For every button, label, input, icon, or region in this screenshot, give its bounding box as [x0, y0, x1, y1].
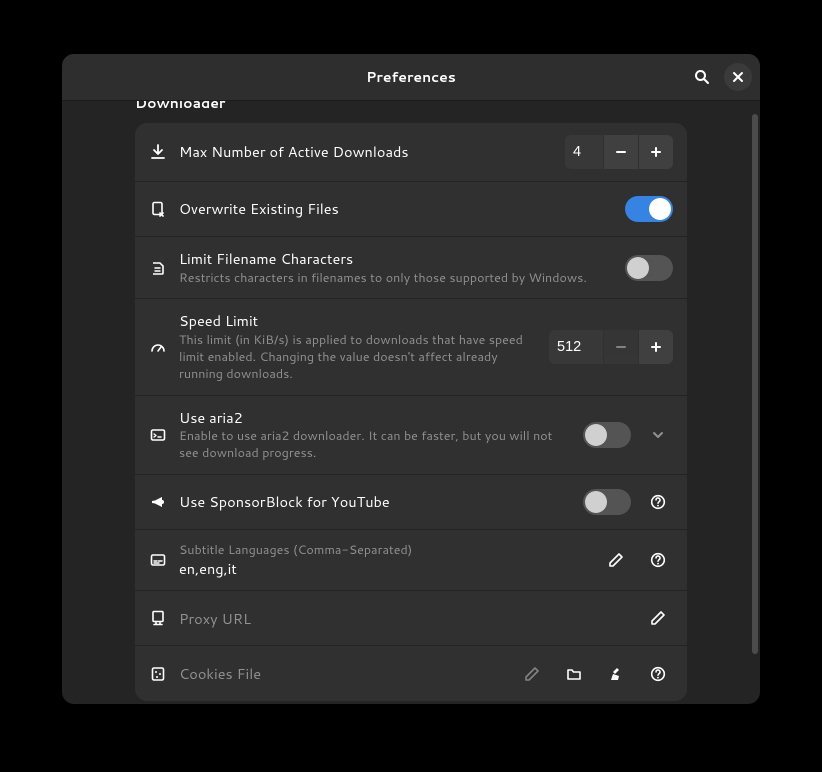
row-subtitle: Enable to use aria2 downloader. It can b… [179, 428, 571, 462]
row-title: Proxy URL [179, 609, 631, 629]
cookies-edit [517, 659, 547, 689]
preferences-window: Preferences Downloader [62, 54, 760, 704]
row-overwrite-existing[interactable]: Overwrite Existing Files [135, 182, 687, 237]
speed-limit-spinbox [549, 330, 673, 364]
megaphone-icon [149, 493, 167, 511]
broom-icon [608, 666, 624, 682]
titlebar-actions [688, 63, 752, 91]
row-proxy-url[interactable]: Proxy URL [135, 591, 687, 646]
cookies-browse[interactable] [559, 659, 589, 689]
row-cookies-file[interactable]: Cookies File [135, 646, 687, 701]
minus-icon [615, 146, 627, 158]
row-subtitle: This limit (in KiB/s) is applied to down… [179, 332, 537, 383]
file-overwrite-icon [149, 200, 167, 218]
limit-filename-toggle[interactable] [625, 255, 673, 281]
folder-open-icon [566, 666, 582, 682]
subtitle-value: en,eng,it [179, 559, 589, 579]
aria2-toggle[interactable] [583, 422, 631, 448]
close-icon [732, 71, 744, 83]
row-title: Speed Limit [179, 311, 537, 331]
speed-limit-input[interactable] [549, 330, 603, 364]
pencil-icon [524, 666, 540, 682]
window-title: Preferences [366, 67, 456, 87]
row-title: Use aria2 [179, 408, 571, 428]
row-limit-filename[interactable]: Limit Filename Characters Restricts char… [135, 237, 687, 299]
content-area[interactable]: Downloader Max Number of Active Download… [62, 101, 760, 704]
help-icon [650, 494, 666, 510]
filename-icon [149, 259, 167, 277]
max-active-increment[interactable] [639, 135, 673, 169]
plus-icon [650, 146, 662, 158]
section-header-downloader: Downloader [135, 101, 687, 113]
cookies-help[interactable] [643, 659, 673, 689]
row-title: Limit Filename Characters [179, 249, 613, 269]
row-label: Subtitle Languages (Comma-Separated) [179, 542, 589, 559]
row-subtitle-languages[interactable]: Subtitle Languages (Comma-Separated) en,… [135, 530, 687, 591]
help-icon [650, 666, 666, 682]
help-icon [650, 552, 666, 568]
sponsorblock-help[interactable] [643, 487, 673, 517]
row-speed-limit: Speed Limit This limit (in KiB/s) is app… [135, 299, 687, 395]
pencil-icon [608, 552, 624, 568]
speed-limit-increment[interactable] [639, 330, 673, 364]
max-active-decrement[interactable] [604, 135, 638, 169]
chevron-down-icon [651, 428, 665, 442]
row-title: Cookies File [179, 664, 505, 684]
minus-icon [615, 341, 627, 353]
speedometer-icon [149, 338, 167, 356]
speed-limit-decrement [604, 330, 638, 364]
row-use-aria2[interactable]: Use aria2 Enable to use aria2 downloader… [135, 396, 687, 475]
row-title: Use SponsorBlock for YouTube [179, 492, 571, 512]
downloader-settings-list: Max Number of Active Downloads [135, 123, 687, 701]
titlebar: Preferences [62, 54, 760, 101]
subtitle-edit[interactable] [601, 545, 631, 575]
download-icon [149, 143, 167, 161]
pencil-icon [650, 610, 666, 626]
row-subtitle: Restricts characters in filenames to onl… [179, 270, 613, 287]
row-title: Max Number of Active Downloads [179, 142, 553, 162]
max-active-input[interactable] [565, 135, 603, 169]
subtitle-icon [149, 551, 167, 569]
row-sponsorblock[interactable]: Use SponsorBlock for YouTube [135, 475, 687, 530]
scrollbar[interactable] [752, 114, 758, 654]
terminal-icon [149, 426, 167, 444]
subtitle-help[interactable] [643, 545, 673, 575]
search-button[interactable] [688, 63, 716, 91]
row-max-active-downloads: Max Number of Active Downloads [135, 123, 687, 182]
cookies-file-icon [149, 665, 167, 683]
plus-icon [650, 341, 662, 353]
sponsorblock-toggle[interactable] [583, 489, 631, 515]
proxy-icon [149, 609, 167, 627]
cookies-clear[interactable] [601, 659, 631, 689]
overwrite-toggle[interactable] [625, 196, 673, 222]
close-button[interactable] [724, 63, 752, 91]
proxy-edit[interactable] [643, 603, 673, 633]
aria2-expand[interactable] [643, 420, 673, 450]
max-active-spinbox [565, 135, 673, 169]
row-title: Overwrite Existing Files [179, 199, 613, 219]
search-icon [694, 69, 710, 85]
